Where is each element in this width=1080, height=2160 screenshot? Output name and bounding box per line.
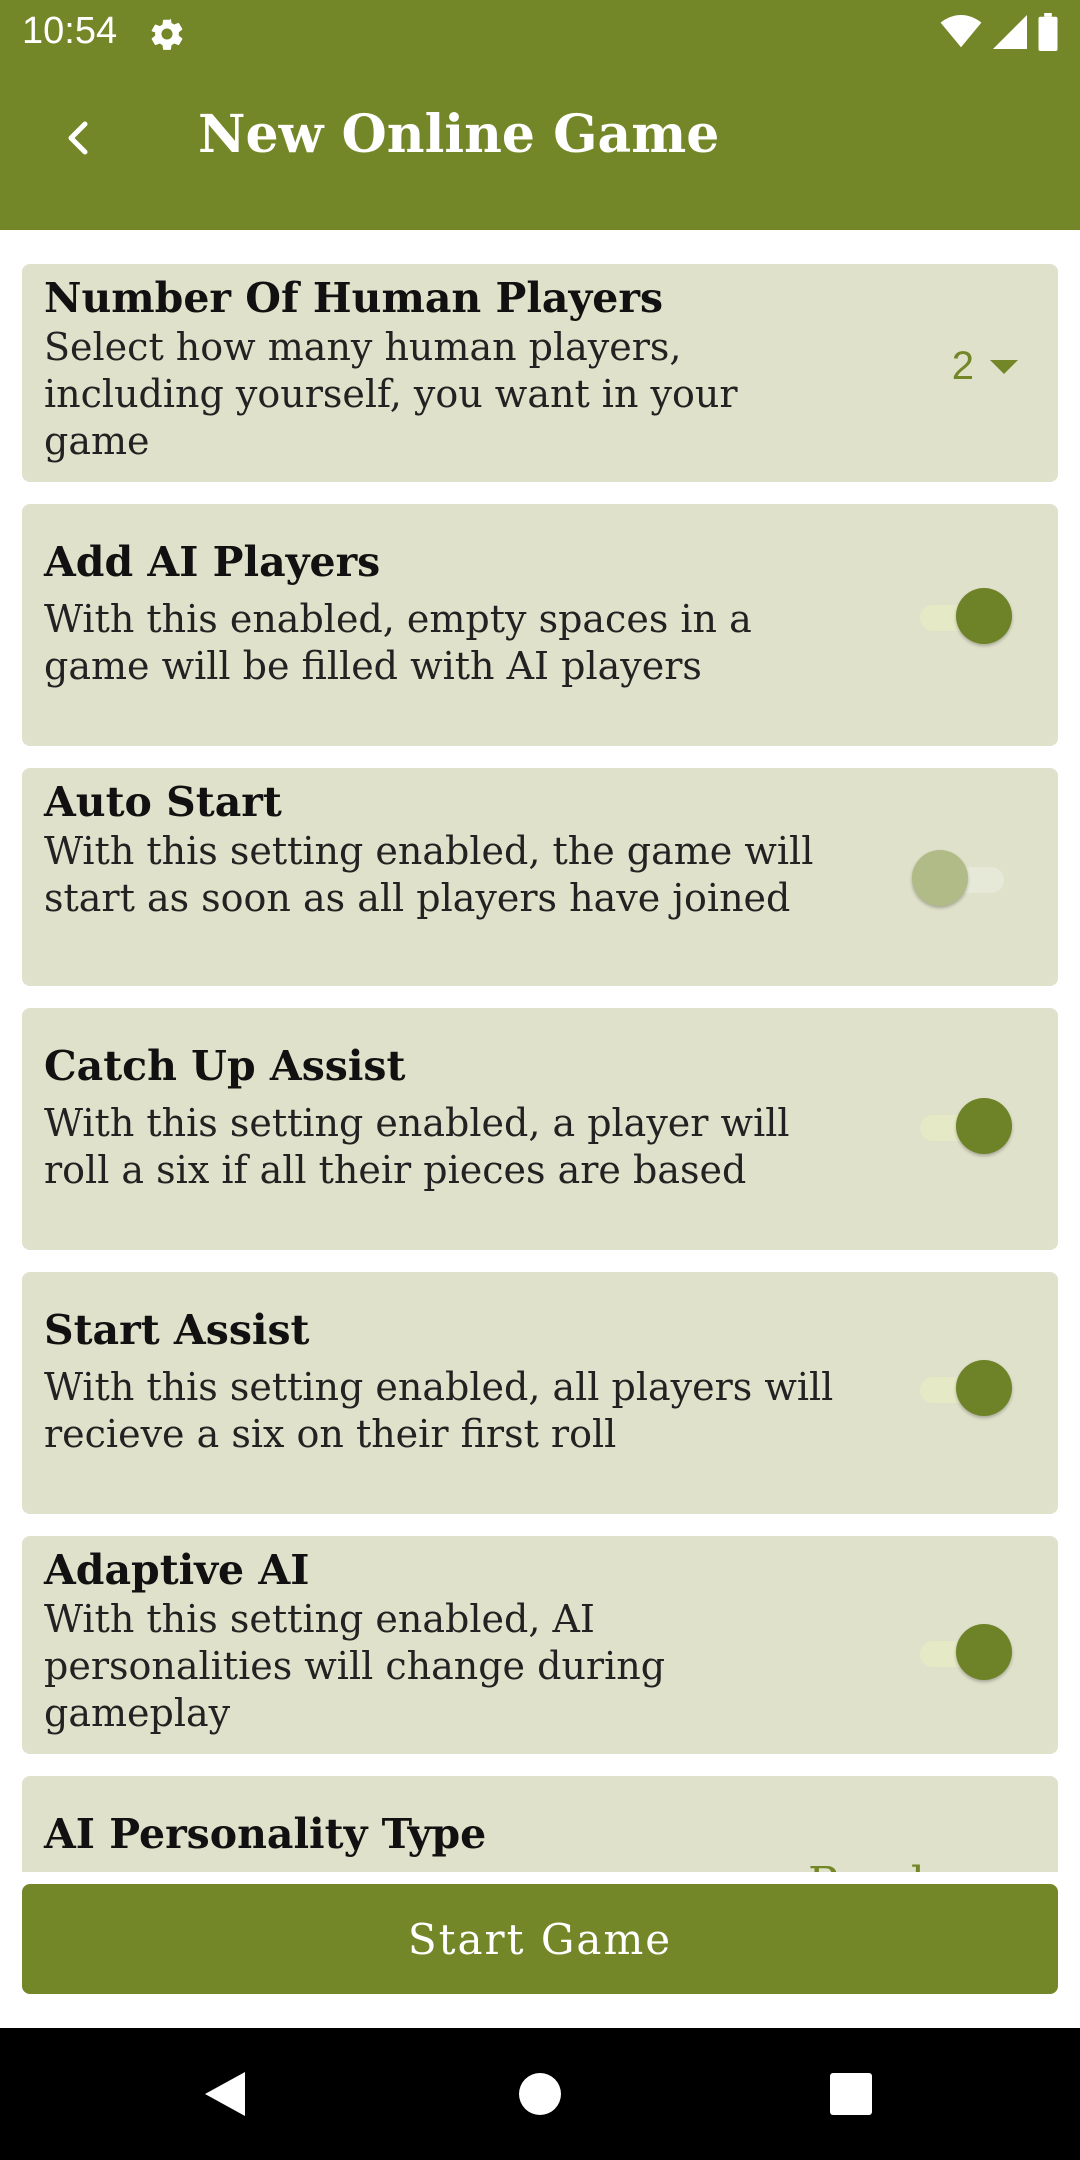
setting-card-auto-start[interactable]: Auto Start With this setting enabled, th…: [22, 768, 1058, 986]
auto-start-toggle[interactable]: [912, 848, 1012, 908]
battery-icon: [1038, 13, 1058, 55]
settings-gear-icon: [148, 15, 186, 53]
setting-title: AI Personality Type: [44, 1810, 487, 1858]
setting-description: With this enabled, empty spaces in a gam…: [44, 597, 752, 688]
setting-card-add-ai[interactable]: Add AI Players With this enabled, empty …: [22, 504, 1058, 746]
setting-title: Number Of Human Players: [44, 274, 664, 322]
setting-title: Auto Start: [44, 778, 282, 826]
nav-home-icon[interactable]: [519, 2073, 561, 2115]
start-assist-toggle[interactable]: [912, 1358, 1012, 1418]
status-icons: [940, 13, 1058, 55]
nav-recents-icon[interactable]: [830, 2073, 872, 2115]
dropdown-value: 2: [951, 344, 974, 388]
settings-list[interactable]: Number Of Human Players Select how many …: [0, 230, 1080, 1872]
setting-description: Select how many human players, including…: [44, 325, 738, 463]
add-ai-toggle[interactable]: [912, 586, 1012, 646]
setting-title: Add AI Players: [44, 538, 381, 586]
dropdown-arrow-icon: [990, 359, 1018, 374]
cellular-signal-icon: [992, 15, 1028, 53]
setting-description: With this setting enabled, AI personalit…: [44, 1597, 666, 1735]
app-bar: 10:54 New Online Game: [0, 0, 1080, 230]
setting-title: Adaptive AI: [44, 1546, 310, 1594]
ai-personality-dropdown[interactable]: Random: [808, 1858, 993, 1872]
status-time: 10:54: [22, 10, 118, 52]
setting-title: Catch Up Assist: [44, 1042, 406, 1090]
page-title: New Online Game: [198, 104, 720, 165]
back-button[interactable]: [48, 110, 108, 170]
human-players-dropdown[interactable]: 2: [952, 344, 1018, 389]
setting-description: With this setting enabled, a player will…: [44, 1101, 790, 1192]
setting-card-adaptive-ai[interactable]: Adaptive AI With this setting enabled, A…: [22, 1536, 1058, 1754]
setting-card-ai-personality[interactable]: AI Personality Type Random: [22, 1776, 1058, 1872]
chevron-left-icon: [63, 118, 93, 162]
nav-back-icon[interactable]: [205, 2072, 245, 2116]
catch-up-assist-toggle[interactable]: [912, 1096, 1012, 1156]
wifi-icon: [940, 15, 982, 53]
setting-title: Start Assist: [44, 1306, 310, 1354]
system-navigation-bar: [0, 2028, 1080, 2160]
setting-description: With this setting enabled, the game will…: [44, 829, 814, 920]
setting-card-human-players[interactable]: Number Of Human Players Select how many …: [22, 264, 1058, 482]
setting-card-start-assist[interactable]: Start Assist With this setting enabled, …: [22, 1272, 1058, 1514]
setting-description: With this setting enabled, all players w…: [44, 1365, 834, 1456]
start-game-button[interactable]: Start Game: [22, 1884, 1058, 1994]
setting-card-catch-up-assist[interactable]: Catch Up Assist With this setting enable…: [22, 1008, 1058, 1250]
adaptive-ai-toggle[interactable]: [912, 1622, 1012, 1682]
